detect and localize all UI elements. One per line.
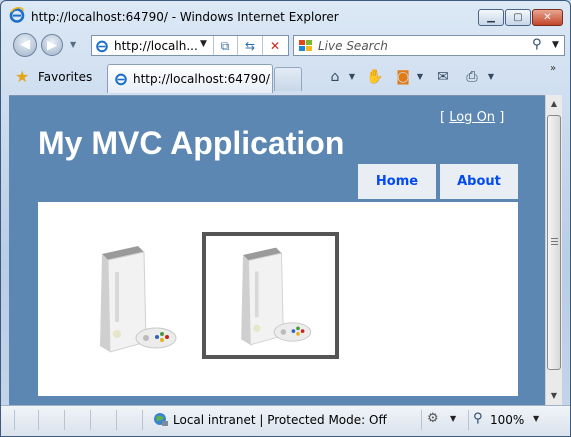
log-on-link[interactable]: Log On [449, 110, 495, 125]
minimize-icon: ▁ [487, 12, 495, 23]
maximize-button[interactable]: ▢ [505, 9, 531, 26]
refresh-icon[interactable]: ⇆ [241, 38, 259, 54]
security-zone-text[interactable]: Local intranet | Protected Mode: Off [173, 413, 387, 427]
logon-bracket-close: ] [499, 110, 505, 125]
page-viewport: [ Log On ] My MVC Application Home About [9, 95, 545, 405]
zoom-dropdown-icon[interactable]: ▼ [533, 414, 539, 423]
address-input[interactable]: http://localh... [114, 39, 198, 53]
xbox-360-console-image [100, 246, 177, 353]
tab-label: http://localhost:64790/ [133, 72, 270, 86]
feeds-icon[interactable]: ◙ [393, 68, 413, 86]
close-window-button[interactable]: ✕ [532, 9, 563, 26]
home-dropdown-icon[interactable]: ▼ [347, 68, 357, 86]
search-options-dropdown-icon[interactable]: ▼ [552, 40, 559, 50]
address-bar[interactable]: http://localh... ▼ ⧉ ⇆ ✕ [91, 35, 289, 56]
feeds-dropdown-icon[interactable]: ▼ [415, 68, 425, 86]
favorites-label: Favorites [38, 70, 93, 84]
logon-area: [ Log On ] [440, 110, 504, 125]
print-dropdown-icon[interactable]: ▼ [486, 68, 496, 86]
ie-logo-icon [9, 7, 25, 23]
close-icon: ✕ [543, 12, 552, 23]
hand-icon[interactable]: ✋ [365, 68, 385, 86]
main-content [38, 202, 518, 396]
title-bar: http://localhost:64790/ - Windows Intern… [1, 1, 570, 31]
scroll-up-icon[interactable]: ▲ [546, 95, 562, 112]
favorites-bar: ★ Favorites http://localhost:64790/ ⌂ ▼ … [1, 61, 570, 93]
menu-item-about[interactable]: About [440, 164, 518, 199]
tab-localhost[interactable]: http://localhost:64790/ [107, 64, 273, 93]
scrollbar-thumb[interactable] [547, 115, 561, 370]
maximize-icon: ▢ [513, 12, 523, 23]
recent-pages-dropdown[interactable]: ▼ [70, 40, 76, 49]
logon-bracket-open: [ [440, 110, 446, 125]
page-icon [115, 73, 127, 86]
back-button[interactable]: ◀ [13, 33, 37, 57]
stop-icon[interactable]: ✕ [266, 38, 284, 54]
zoom-icon[interactable]: ⚲ [473, 411, 483, 426]
scroll-down-icon[interactable]: ▼ [546, 387, 562, 404]
page-icon [96, 40, 108, 53]
compatibility-view-icon[interactable]: ⧉ [216, 38, 234, 54]
forward-button[interactable]: ▶ [41, 34, 63, 56]
search-input[interactable]: Live Search [318, 39, 388, 53]
navigation-bar: ◀ ▶ ▼ http://localh... ▼ ⧉ ⇆ ✕ Live Sear… [1, 31, 570, 61]
zoom-level[interactable]: 100% [490, 413, 524, 427]
intranet-zone-icon [154, 413, 168, 426]
address-dropdown-icon[interactable]: ▼ [200, 39, 207, 49]
search-box[interactable]: Live Search ⚲ ▼ [293, 35, 565, 56]
favorites-button[interactable]: ★ Favorites [9, 66, 92, 88]
site-title: My MVC Application [38, 125, 345, 161]
window-title: http://localhost:64790/ - Windows Intern… [31, 10, 339, 24]
product-image-selected[interactable] [202, 232, 339, 359]
search-icon[interactable]: ⚲ [532, 37, 542, 52]
browser-window: http://localhost:64790/ - Windows Intern… [0, 0, 571, 437]
menu-item-home[interactable]: Home [358, 164, 436, 199]
vertical-scrollbar[interactable]: ▲ ▼ [545, 95, 562, 405]
print-icon[interactable]: ⎙ [462, 68, 482, 86]
new-tab-button[interactable] [274, 67, 302, 91]
live-search-icon [299, 40, 312, 51]
protected-mode-icon[interactable]: ⚙ [427, 411, 439, 426]
minimize-button[interactable]: ▁ [478, 9, 504, 26]
forward-arrow-icon: ▶ [47, 38, 57, 53]
product-image[interactable] [88, 242, 188, 362]
mail-icon[interactable]: ✉ [433, 68, 453, 86]
xbox-360-console-image [241, 247, 312, 346]
protected-mode-dropdown-icon[interactable]: ▼ [450, 414, 456, 423]
favorites-star-icon: ★ [15, 67, 30, 86]
status-bar: Local intranet | Protected Mode: Off ⚙ ▼… [1, 405, 570, 436]
more-tools-chevron-icon[interactable]: » [550, 63, 556, 74]
back-arrow-icon: ◀ [20, 37, 30, 52]
home-icon[interactable]: ⌂ [325, 68, 345, 86]
